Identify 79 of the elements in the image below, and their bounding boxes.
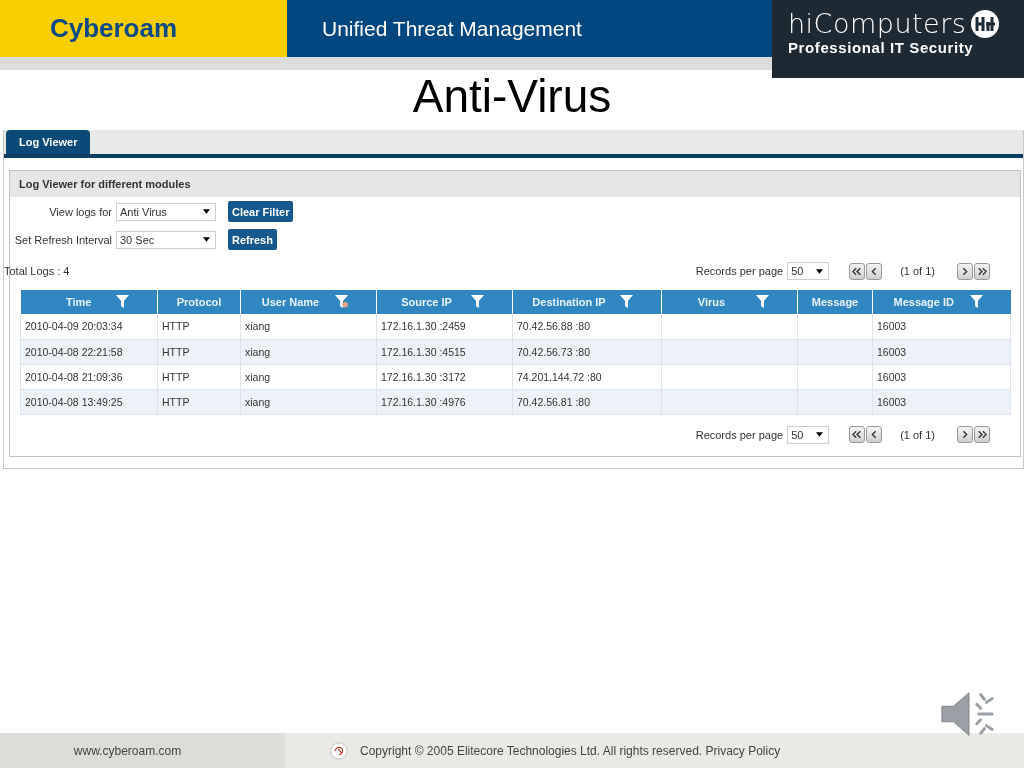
dropdown[interactable]: Anti Virus (116, 202, 216, 221)
table-cell: HTTP (162, 345, 190, 358)
total-logs: Total Logs : 4 (4, 265, 70, 277)
next-page-button[interactable] (957, 262, 973, 280)
dropdown[interactable]: 30 Sec (116, 230, 216, 249)
next-page-button[interactable] (957, 426, 973, 443)
double-chevron-right-icon (977, 430, 987, 439)
column-header[interactable]: Message ID (872, 290, 1011, 314)
last-page-button[interactable] (974, 426, 990, 443)
table-cell: 16003 (877, 395, 907, 408)
chevron-right-icon (960, 430, 970, 439)
column-header[interactable]: Message (797, 290, 873, 314)
column-header[interactable]: Protocol (157, 290, 241, 314)
filter-icon[interactable] (620, 295, 633, 308)
first-page-button[interactable] (849, 426, 866, 443)
table-cell: 172.16.1.30 :4515 (381, 345, 466, 358)
last-page-button[interactable] (974, 262, 990, 280)
records-per-page-select[interactable]: 50 (787, 262, 830, 280)
table-cell: 172.16.1.30 :3172 (381, 370, 466, 383)
action-button[interactable]: Clear Filter (228, 201, 294, 222)
table-cell: HTTP (162, 320, 190, 333)
caret-icon (816, 268, 824, 274)
partner-logo: hiComputers Professional IT Security (772, 0, 1024, 78)
column-header[interactable]: Destination IP (512, 290, 662, 314)
table-cell: 70.42.56.73 :80 (517, 345, 590, 358)
caret-icon (203, 209, 210, 214)
action-button[interactable]: Refresh (228, 229, 277, 250)
column-header[interactable]: User Name (240, 290, 377, 314)
logo-emblem-icon (970, 8, 1001, 39)
table-cell: 16003 (877, 345, 907, 358)
first-page-button[interactable] (849, 262, 866, 280)
records-per-page-select[interactable]: 50 (787, 425, 830, 444)
table-cell: 2010-04-08 13:49:25 (25, 395, 123, 408)
table-cell: 16003 (877, 320, 907, 333)
filter-icon[interactable] (116, 295, 129, 308)
records-per-page-label: Records per page (695, 428, 784, 441)
caret-icon (203, 237, 210, 242)
product-banner: Unified Threat Management (287, 0, 772, 57)
company-emblem-icon (330, 741, 348, 760)
double-chevron-right-icon (977, 266, 987, 276)
copyright-text: Copyright © 2005 Elitecore Technologies Ltd. All rights reserved. Privacy Policy (360, 743, 781, 758)
table-cell: HTTP (162, 395, 190, 408)
brand-banner: Cyberoam (0, 0, 287, 57)
table-cell: 70.42.56.88 :80 (517, 320, 590, 333)
slide-title: Anti-Virus (411, 70, 613, 122)
table-cell: xiang (245, 395, 271, 408)
table-cell: 16003 (877, 370, 907, 383)
log-viewer-tab[interactable]: Log Viewer (6, 130, 91, 154)
page-indicator: (1 of 1) (900, 265, 935, 277)
table-cell: 172.16.1.30 :4976 (381, 395, 466, 408)
table-cell: 2010-04-08 21:09:36 (25, 370, 123, 383)
filter-icon[interactable] (756, 295, 769, 308)
table-cell: xiang (245, 320, 271, 333)
table-cell: HTTP (162, 370, 190, 383)
chevron-right-icon (960, 266, 970, 276)
filter-icon[interactable] (969, 295, 983, 308)
table-cell: 2010-04-09 20:03:34 (25, 320, 123, 333)
column-header[interactable]: Time (20, 290, 158, 314)
column-header[interactable]: Source IP (376, 290, 513, 314)
website-link[interactable]: www.cyberoam.com (73, 743, 182, 758)
table-cell: xiang (245, 370, 271, 383)
filter-label: View logs for (48, 205, 112, 218)
page-indicator: (1 of 1) (900, 428, 935, 441)
table-cell: 172.16.1.30 :2459 (381, 320, 466, 333)
filter-label: Set Refresh Interval (13, 233, 112, 246)
double-chevron-left-icon (852, 430, 863, 439)
filter-icon[interactable] (471, 295, 484, 308)
caret-icon (816, 432, 824, 437)
double-chevron-left-icon (852, 266, 863, 276)
table-cell: 2010-04-08 22:21:58 (25, 345, 123, 358)
previous-page-button[interactable] (866, 426, 883, 443)
column-header[interactable]: Virus (661, 290, 798, 314)
records-per-page-label: Records per page (695, 265, 784, 277)
panel-header: Log Viewer for different modules (10, 171, 1020, 197)
filter-applied-icon[interactable] (335, 295, 348, 308)
table-cell: 70.42.56.81 :80 (517, 395, 590, 408)
table-cell: xiang (245, 345, 271, 358)
previous-page-button[interactable] (866, 262, 883, 280)
table-cell: 74.201.144.72 :80 (517, 370, 602, 383)
